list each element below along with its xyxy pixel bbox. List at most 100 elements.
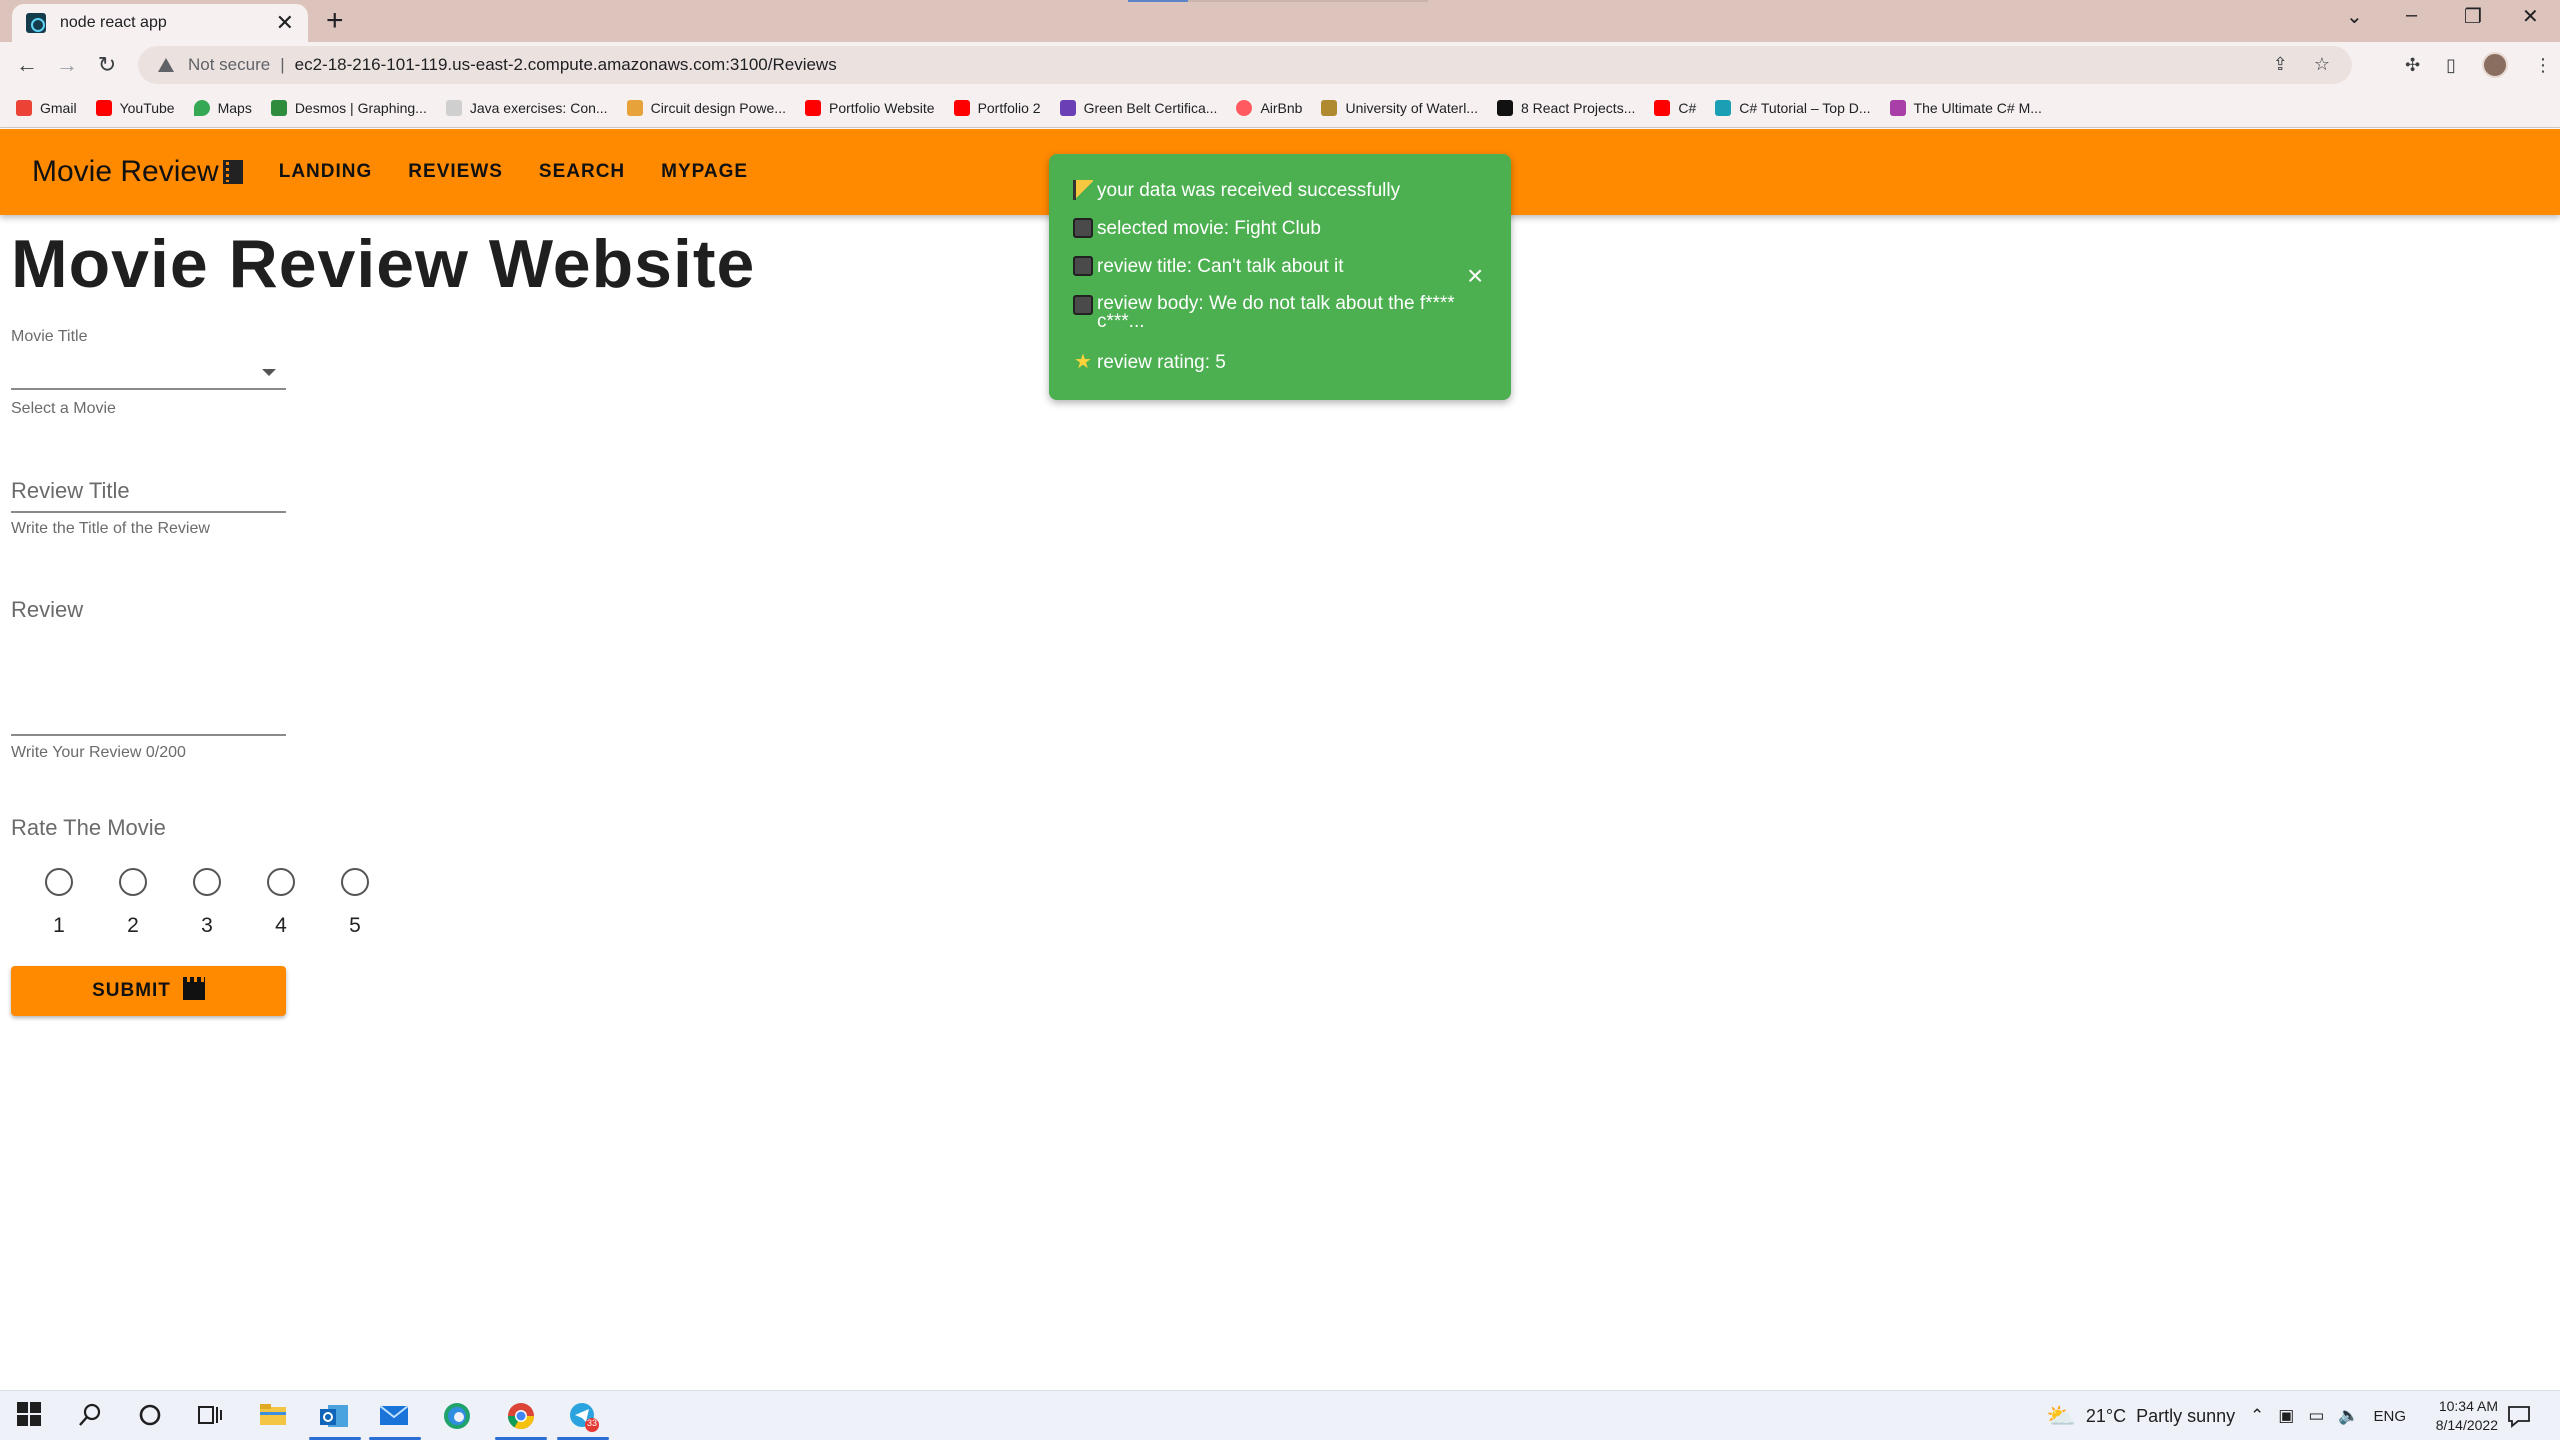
taskbar-clock[interactable]: 10:34 AM 8/14/2022 bbox=[2436, 1397, 2498, 1435]
brand-text: Movie Review bbox=[32, 155, 219, 188]
bookmark-desmos[interactable]: Desmos | Graphing... bbox=[270, 99, 427, 116]
nav-landing[interactable]: LANDING bbox=[279, 161, 373, 183]
toast-close-icon[interactable]: × bbox=[1467, 262, 1483, 290]
airbnb-icon bbox=[1236, 99, 1253, 116]
radio-circle[interactable] bbox=[341, 868, 369, 896]
radio-circle[interactable] bbox=[193, 868, 221, 896]
tab-title: node react app bbox=[60, 14, 167, 31]
brand-logo[interactable]: Movie Review bbox=[32, 155, 243, 189]
network-icon[interactable]: ▭ bbox=[2308, 1406, 2324, 1426]
bookmark-maps[interactable]: Maps bbox=[193, 99, 252, 116]
browser-tab[interactable]: node react app ✕ bbox=[12, 4, 308, 42]
address-bar[interactable]: Not secure | ec2-18-216-101-119.us-east-… bbox=[138, 46, 2352, 84]
meet-now-icon[interactable]: ▣ bbox=[2278, 1406, 2294, 1426]
bookmark-csharp[interactable]: C# bbox=[1654, 99, 1696, 116]
youtube-icon bbox=[804, 99, 821, 116]
chevron-up-icon[interactable]: ⌃ bbox=[2250, 1406, 2264, 1426]
radio-circle[interactable] bbox=[267, 868, 295, 896]
reload-button[interactable]: ↻ bbox=[92, 50, 122, 80]
telegram-badge: 33 bbox=[586, 1418, 597, 1428]
back-button[interactable]: ← bbox=[12, 50, 42, 80]
url-separator: | bbox=[280, 55, 285, 74]
nav-reviews[interactable]: REVIEWS bbox=[408, 161, 503, 183]
bookmark-uwaterloo[interactable]: University of Waterl... bbox=[1321, 99, 1478, 116]
bookmark-csharp-tutorial[interactable]: C# Tutorial – Top D... bbox=[1715, 99, 1871, 116]
close-tab-icon[interactable]: ✕ bbox=[276, 12, 294, 34]
rate-label: Rate The Movie bbox=[11, 815, 166, 840]
search-icon[interactable] bbox=[76, 1401, 106, 1431]
bookmark-portfolio-website[interactable]: Portfolio Website bbox=[804, 99, 935, 116]
submit-button[interactable]: SUBMIT bbox=[11, 966, 286, 1016]
nav-mypage[interactable]: MYPAGE bbox=[661, 161, 748, 183]
success-toast: your data was received successfully sele… bbox=[1049, 154, 1511, 400]
share-icon[interactable]: ⇪ bbox=[2273, 54, 2288, 75]
mail-icon[interactable] bbox=[378, 1401, 409, 1431]
dropdown-arrow-icon[interactable] bbox=[262, 369, 276, 376]
rating-radio-group: 1 2 3 4 5 bbox=[22, 868, 392, 938]
weather-temp: 21°C bbox=[2085, 1405, 2127, 1426]
window-drag-indicator bbox=[1128, 0, 1428, 2]
new-tab-button[interactable]: + bbox=[326, 4, 344, 38]
bookmark-green-belt[interactable]: Green Belt Certifica... bbox=[1059, 99, 1217, 116]
movie-helper-text: Select a Movie bbox=[11, 400, 116, 417]
bookmark-java-exercises[interactable]: Java exercises: Con... bbox=[445, 99, 608, 116]
close-window-button[interactable]: ✕ bbox=[2522, 4, 2539, 29]
bookmark-ultimate-csharp[interactable]: The Ultimate C# M... bbox=[1889, 99, 2042, 116]
language-indicator[interactable]: ENG bbox=[2374, 1408, 2407, 1425]
bookmark-star-icon[interactable]: ☆ bbox=[2314, 54, 2330, 75]
cortana-icon[interactable] bbox=[136, 1401, 166, 1431]
rating-option-2[interactable]: 2 bbox=[96, 868, 170, 938]
edge-icon[interactable] bbox=[442, 1401, 472, 1431]
review-body-underline bbox=[11, 734, 286, 736]
rating-number: 5 bbox=[349, 914, 361, 937]
not-secure-label[interactable]: Not secure bbox=[188, 55, 270, 75]
desmos-icon bbox=[270, 99, 287, 116]
rating-option-5[interactable]: 5 bbox=[318, 868, 392, 938]
rating-option-1[interactable]: 1 bbox=[22, 868, 96, 938]
bookmark-circuit-design[interactable]: Circuit design Powe... bbox=[626, 99, 786, 116]
task-view-icon[interactable] bbox=[196, 1401, 226, 1431]
outlook-icon[interactable] bbox=[318, 1401, 348, 1431]
extensions-icon[interactable]: ✣ bbox=[2405, 55, 2420, 76]
bookmark-airbnb[interactable]: AirBnb bbox=[1236, 99, 1302, 116]
windows-start-icon[interactable] bbox=[16, 1401, 46, 1431]
w3resource-icon bbox=[445, 99, 462, 116]
movie-select[interactable] bbox=[11, 350, 286, 390]
nav-search[interactable]: SEARCH bbox=[539, 161, 625, 183]
notifications-icon[interactable] bbox=[2506, 1403, 2536, 1433]
side-panel-icon[interactable]: ▯ bbox=[2446, 55, 2456, 76]
minimize-button[interactable]: – bbox=[2406, 4, 2417, 27]
radio-circle[interactable] bbox=[119, 868, 147, 896]
chrome-icon[interactable] bbox=[506, 1401, 536, 1431]
clapperboard-icon bbox=[182, 977, 205, 1000]
rating-option-3[interactable]: 3 bbox=[170, 868, 244, 938]
url-text[interactable]: ec2-18-216-101-119.us-east-2.compute.ama… bbox=[295, 55, 837, 75]
restore-button[interactable]: ❐ bbox=[2464, 4, 2482, 29]
forward-button[interactable]: → bbox=[52, 50, 82, 80]
circuit-icon bbox=[626, 99, 643, 116]
not-secure-warning-icon[interactable] bbox=[158, 58, 174, 72]
star-icon: ★ bbox=[1074, 351, 1092, 373]
bookmark-react-projects[interactable]: 8 React Projects... bbox=[1496, 99, 1635, 116]
bookmark-youtube[interactable]: YouTube bbox=[95, 99, 175, 116]
review-body-textarea[interactable]: Review bbox=[11, 597, 83, 623]
rating-option-4[interactable]: 4 bbox=[244, 868, 318, 938]
main-content: Movie Review Website bbox=[11, 225, 755, 303]
volume-icon[interactable]: 🔈 bbox=[2338, 1406, 2359, 1426]
bookmark-portfolio-2[interactable]: Portfolio 2 bbox=[953, 99, 1041, 116]
chrome-menu-icon[interactable]: ⋮ bbox=[2534, 55, 2552, 76]
tab-search-icon[interactable]: ⌄ bbox=[2346, 4, 2363, 29]
radio-circle[interactable] bbox=[45, 868, 73, 896]
film-strip-icon bbox=[222, 160, 243, 184]
weather-widget[interactable]: ⛅ 21°C Partly sunny bbox=[2046, 1391, 2235, 1441]
toast-line-title: review title: Can't talk about it bbox=[1073, 256, 1344, 278]
dev-icon bbox=[1496, 99, 1513, 116]
profile-avatar[interactable] bbox=[2482, 52, 2508, 78]
rating-number: 1 bbox=[53, 914, 65, 937]
bookmark-gmail[interactable]: Gmail bbox=[16, 99, 77, 116]
file-explorer-icon[interactable] bbox=[258, 1401, 288, 1431]
telegram-icon[interactable]: 33 bbox=[568, 1401, 599, 1432]
review-title-input[interactable]: Review Title bbox=[11, 478, 130, 504]
browser-tabstrip: node react app ✕ + ⌄ – ❐ ✕ bbox=[0, 0, 2560, 42]
movie-select-underline bbox=[11, 388, 286, 390]
